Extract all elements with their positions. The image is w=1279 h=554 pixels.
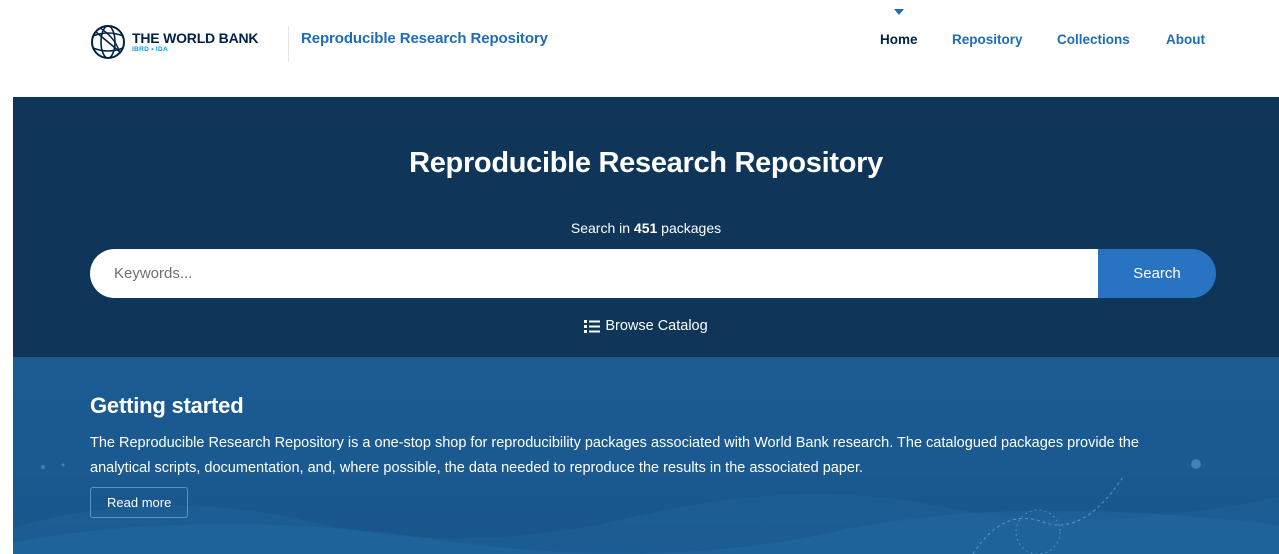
count-suffix: packages [657,220,722,236]
getting-started-title: Getting started [90,393,244,418]
nav-repository[interactable]: Repository [952,32,1023,47]
list-icon [584,319,601,333]
nav-collections[interactable]: Collections [1057,32,1130,47]
package-count: Search in 451 packages [13,220,1279,236]
hero-search-section: Reproducible Research Repository Search … [13,97,1279,357]
browse-catalog-link[interactable]: Browse Catalog [584,318,708,334]
browse-catalog-row: Browse Catalog [13,318,1279,337]
hero-title: Reproducible Research Repository [409,147,883,179]
read-more-button[interactable]: Read more [90,487,189,518]
getting-started-section: Getting started The Reproducible Researc… [13,357,1279,554]
search-input[interactable] [90,249,1098,298]
main-nav: Home Repository Collections About [0,32,1279,52]
nav-about[interactable]: About [1166,32,1205,47]
getting-started-description: The Reproducible Research Repository is … [90,435,1139,476]
site-header: THE WORLD BANK IBRD • IDA Reproducible R… [0,0,1279,97]
search-bar: Search [90,249,1216,298]
count-prefix: Search in [570,220,634,236]
nav-home[interactable]: Home [880,32,918,47]
search-button[interactable]: Search [1098,249,1216,298]
active-nav-caret-icon [894,9,904,15]
browse-catalog-label: Browse Catalog [605,318,708,334]
count-value: 451 [633,220,658,236]
